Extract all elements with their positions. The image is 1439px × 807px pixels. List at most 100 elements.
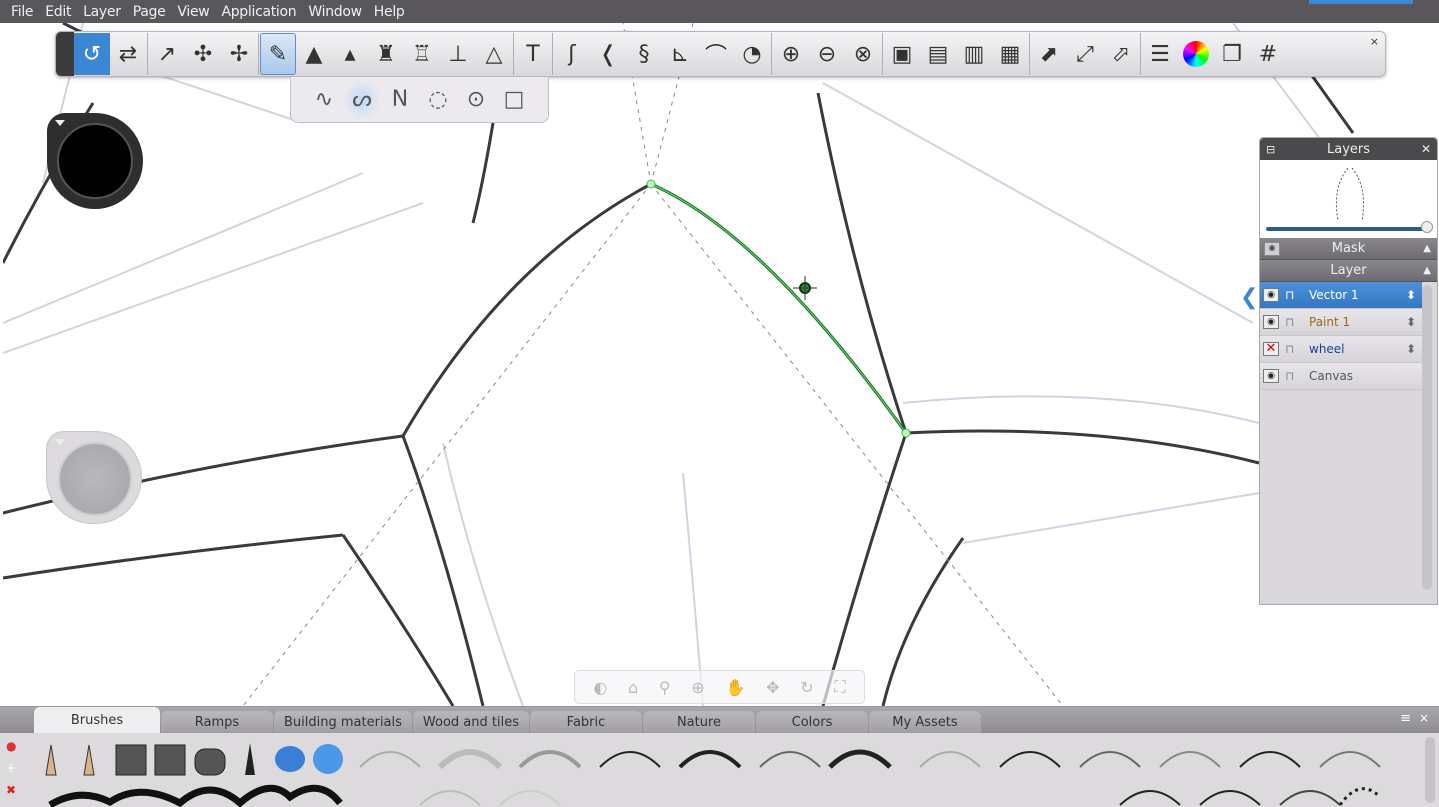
zoom-icon[interactable]: ⚲ (659, 678, 671, 697)
tab-fabric[interactable]: Fabric (529, 711, 642, 733)
layer-row[interactable]: ◉ ⊓ Vector 1 ⬍ (1260, 282, 1422, 309)
edit-nodes-tool-button[interactable]: ✣ (185, 33, 221, 75)
menu-window[interactable]: Window (303, 4, 368, 20)
color-puck[interactable] (47, 113, 143, 209)
tab-building-materials[interactable]: Building materials (274, 711, 412, 733)
layer-scrollbar[interactable] (1422, 285, 1432, 590)
mask-section[interactable]: ◉ Mask ▲ (1260, 238, 1437, 260)
french-curve-tool-button[interactable]: ʃ (554, 33, 590, 75)
fineliner-tool-button[interactable]: △ (476, 33, 512, 75)
pencil-tool-button[interactable]: ✎ (260, 33, 296, 75)
paintbrush-tool-button[interactable]: ▴ (332, 33, 368, 75)
bezier-curve-button[interactable]: ᔕ (343, 78, 381, 121)
tab-nature[interactable]: Nature (642, 711, 755, 733)
tab-ramps[interactable]: Ramps (161, 711, 273, 733)
rectangle-button[interactable]: □ (495, 79, 533, 121)
tab-my-assets[interactable]: My Assets (868, 711, 981, 733)
unlock-icon[interactable]: ⊓ (1285, 315, 1299, 329)
brush-stroke-samples[interactable] (359, 749, 1382, 806)
menu-edit[interactable]: Edit (40, 4, 78, 20)
scale-tool-button[interactable]: ⤢ (1067, 33, 1103, 75)
layer-duplicate-tool-button[interactable]: ▤ (920, 33, 956, 75)
collapse-up-icon[interactable]: ▲ (1423, 243, 1431, 254)
arc-tool-button[interactable]: ⌒ (698, 33, 734, 75)
menu-application[interactable]: Application (216, 4, 303, 20)
menu-view[interactable]: View (172, 4, 216, 20)
menu-help[interactable]: Help (369, 4, 412, 20)
home-icon[interactable]: ⌂ (628, 678, 638, 697)
opacity-slider[interactable] (1266, 227, 1429, 231)
menu-page[interactable]: Page (128, 4, 173, 20)
menu-file[interactable]: File (6, 4, 40, 20)
layer-row[interactable]: ◉ ⊓ Paint 1 ⬍ (1260, 309, 1422, 336)
brush-size-puck[interactable] (46, 431, 142, 524)
circle-3point-button[interactable]: ◌ (419, 79, 457, 121)
symmetry-y-tool-button[interactable]: ⊖ (809, 33, 845, 75)
unlock-icon[interactable]: ⊓ (1285, 288, 1299, 302)
zoom-in-icon[interactable]: ⊕ (691, 678, 704, 697)
eye-icon[interactable]: ◉ (1264, 241, 1280, 256)
layer-image-tool-button[interactable]: ▦ (992, 33, 1028, 75)
warp-tool-button[interactable]: ⬀ (1103, 33, 1139, 75)
rotate-icon[interactable]: ↻ (800, 678, 813, 697)
color-swatch-icon[interactable]: ● (6, 739, 24, 753)
lasso-tool-button[interactable]: ↺ (74, 33, 110, 75)
hidden-x-icon[interactable]: ✕ (1263, 342, 1279, 356)
dropdown-triangle-icon[interactable] (55, 439, 65, 445)
collapse-icon[interactable]: ⊟ (1266, 143, 1275, 156)
grid-tool-button[interactable]: # (1250, 33, 1286, 75)
layer-section[interactable]: Layer ▲ (1260, 260, 1437, 282)
brush-properties-tool-button[interactable]: ☰ (1142, 33, 1178, 75)
library-close-icon[interactable]: × (1419, 711, 1429, 725)
toolbar-grip[interactable] (56, 32, 74, 76)
opacity-slider-handle[interactable] (1421, 221, 1433, 233)
symmetry-x-tool-button[interactable]: ⊕ (773, 33, 809, 75)
drawing-canvas[interactable] (3, 23, 1439, 706)
dropdown-triangle-icon[interactable] (55, 120, 65, 126)
move-icon[interactable]: ✥ (766, 678, 779, 697)
perspective-tool-button[interactable]: ⊾ (662, 33, 698, 75)
window-control[interactable] (1309, 0, 1413, 4)
layer-row[interactable]: ◉ ⊓ Canvas (1260, 363, 1422, 390)
close-icon[interactable]: ✕ (1421, 142, 1431, 156)
curve-ruler-tool-button[interactable]: ❬ (590, 33, 626, 75)
layer-row[interactable]: ✕ ⊓ wheel ⬍ (1260, 336, 1422, 363)
unlock-icon[interactable]: ⊓ (1285, 369, 1299, 383)
tab-colors[interactable]: Colors (755, 711, 868, 733)
eye-icon[interactable]: ◉ (1263, 369, 1279, 383)
delete-icon[interactable]: ✖ (6, 783, 24, 797)
brush-presets[interactable] (40, 737, 1420, 807)
marker-tool-button[interactable]: ♜ (368, 33, 404, 75)
radial-symmetry-tool-button[interactable]: ⊗ (845, 33, 881, 75)
chisel-marker-tool-button[interactable]: ♖ (404, 33, 440, 75)
swap-tool-button[interactable]: ⇄ (110, 33, 146, 75)
tab-brushes[interactable]: Brushes (34, 707, 160, 733)
reorder-arrows-icon[interactable]: ⬍ (1406, 288, 1416, 302)
airbrush-tool-button[interactable]: ⊥ (440, 33, 476, 75)
brush-preset-icons[interactable] (45, 743, 343, 807)
text-tool-button[interactable]: T (515, 33, 551, 75)
polyline-button[interactable]: Ν (381, 79, 419, 121)
layer-add-tool-button[interactable]: ▣ (884, 33, 920, 75)
fit-icon[interactable]: ⛶ (834, 677, 845, 697)
library-menu-icon[interactable]: ≡ (1400, 711, 1411, 726)
tumble-icon[interactable]: ◐ (593, 678, 607, 697)
s-curve-tool-button[interactable]: § (626, 33, 662, 75)
circle-center-button[interactable]: ⊙ (457, 79, 495, 121)
color-wheel-tool-button[interactable] (1178, 33, 1214, 75)
reorder-arrows-icon[interactable]: ⬍ (1406, 315, 1416, 329)
brush-preview[interactable] (58, 442, 132, 516)
add-icon[interactable]: + (6, 761, 24, 775)
collapse-up-icon[interactable]: ▲ (1423, 265, 1431, 276)
distort-tool-button[interactable]: ⬈ (1031, 33, 1067, 75)
pan-icon[interactable]: ✋ (725, 678, 745, 697)
layer-panel-expand-arrow-icon[interactable]: ❮ (1240, 285, 1258, 310)
copy-tool-button[interactable]: ❐ (1214, 33, 1250, 75)
ellipse-guide-tool-button[interactable]: ◔ (734, 33, 770, 75)
transform-nodes-tool-button[interactable]: ✢ (221, 33, 257, 75)
eye-icon[interactable]: ◉ (1263, 315, 1279, 329)
current-color-swatch[interactable] (57, 123, 133, 199)
ballpoint-pen-tool-button[interactable]: ▲ (296, 33, 332, 75)
tab-wood-and-tiles[interactable]: Wood and tiles (412, 711, 529, 733)
select-curve-tool-button[interactable]: ↗ (149, 33, 185, 75)
